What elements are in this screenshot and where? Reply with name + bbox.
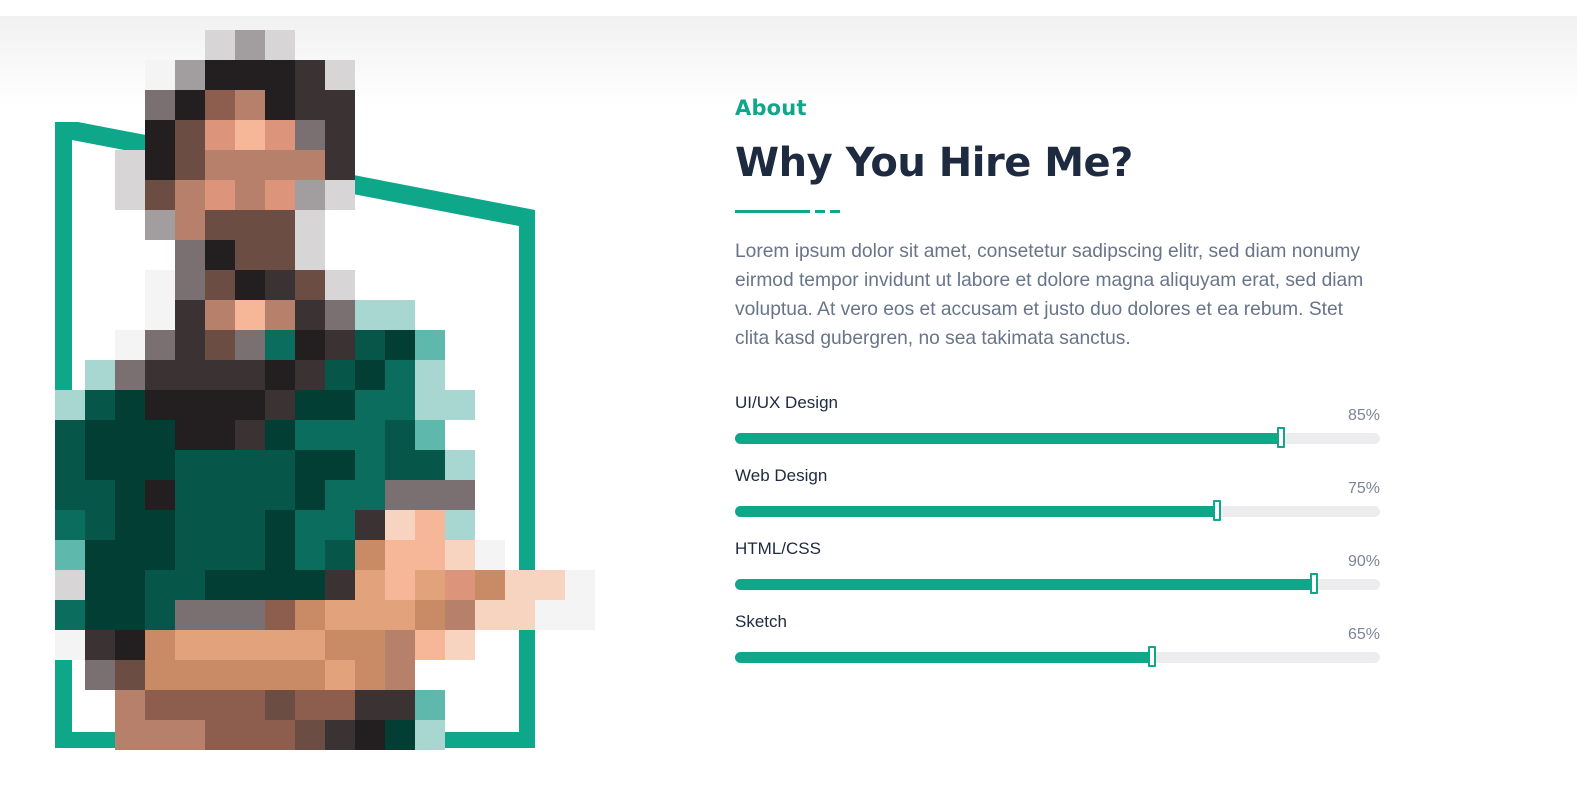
skill-progress-handle[interactable]	[1148, 646, 1157, 667]
skill-percent: 85%	[1347, 407, 1380, 424]
about-photo-area	[0, 0, 720, 797]
skill-progress-track	[735, 500, 1380, 521]
skills-list: UI/UX Design 85% Web Design 75% HTML/CSS…	[735, 393, 1380, 685]
skill-item: Sketch 65%	[735, 612, 1380, 685]
skill-name: Web Design	[735, 466, 828, 485]
skill-progress-handle[interactable]	[1309, 573, 1318, 594]
skill-progress-fill	[735, 652, 1155, 663]
section-eyebrow: About	[735, 96, 807, 120]
skill-item: Web Design 75%	[735, 466, 1380, 539]
skill-name: UI/UX Design	[735, 393, 838, 412]
skill-percent: 90%	[1347, 553, 1380, 570]
about-description: Lorem ipsum dolor sit amet, consetetur s…	[735, 241, 1364, 349]
skill-progress-fill	[735, 506, 1219, 517]
skill-progress-handle[interactable]	[1212, 500, 1221, 521]
section-title: Why You Hire Me?	[735, 140, 1133, 186]
skill-name: Sketch	[735, 612, 787, 631]
title-divider	[735, 210, 845, 213]
skill-name: HTML/CSS	[735, 539, 821, 558]
skill-percent: 65%	[1347, 626, 1380, 643]
skill-progress-fill	[735, 579, 1316, 590]
skill-progress-fill	[735, 433, 1284, 444]
skill-progress-handle[interactable]	[1277, 427, 1286, 448]
skill-item: UI/UX Design 85%	[735, 393, 1380, 466]
skill-progress-track	[735, 646, 1380, 667]
about-content: About Why You Hire Me? Lorem ipsum dolor…	[735, 96, 1380, 685]
skill-item: HTML/CSS 90%	[735, 539, 1380, 612]
skill-progress-track	[735, 427, 1380, 448]
skill-progress-track	[735, 573, 1380, 594]
skill-percent: 75%	[1347, 480, 1380, 497]
pixelated-portrait-photo	[55, 30, 685, 750]
